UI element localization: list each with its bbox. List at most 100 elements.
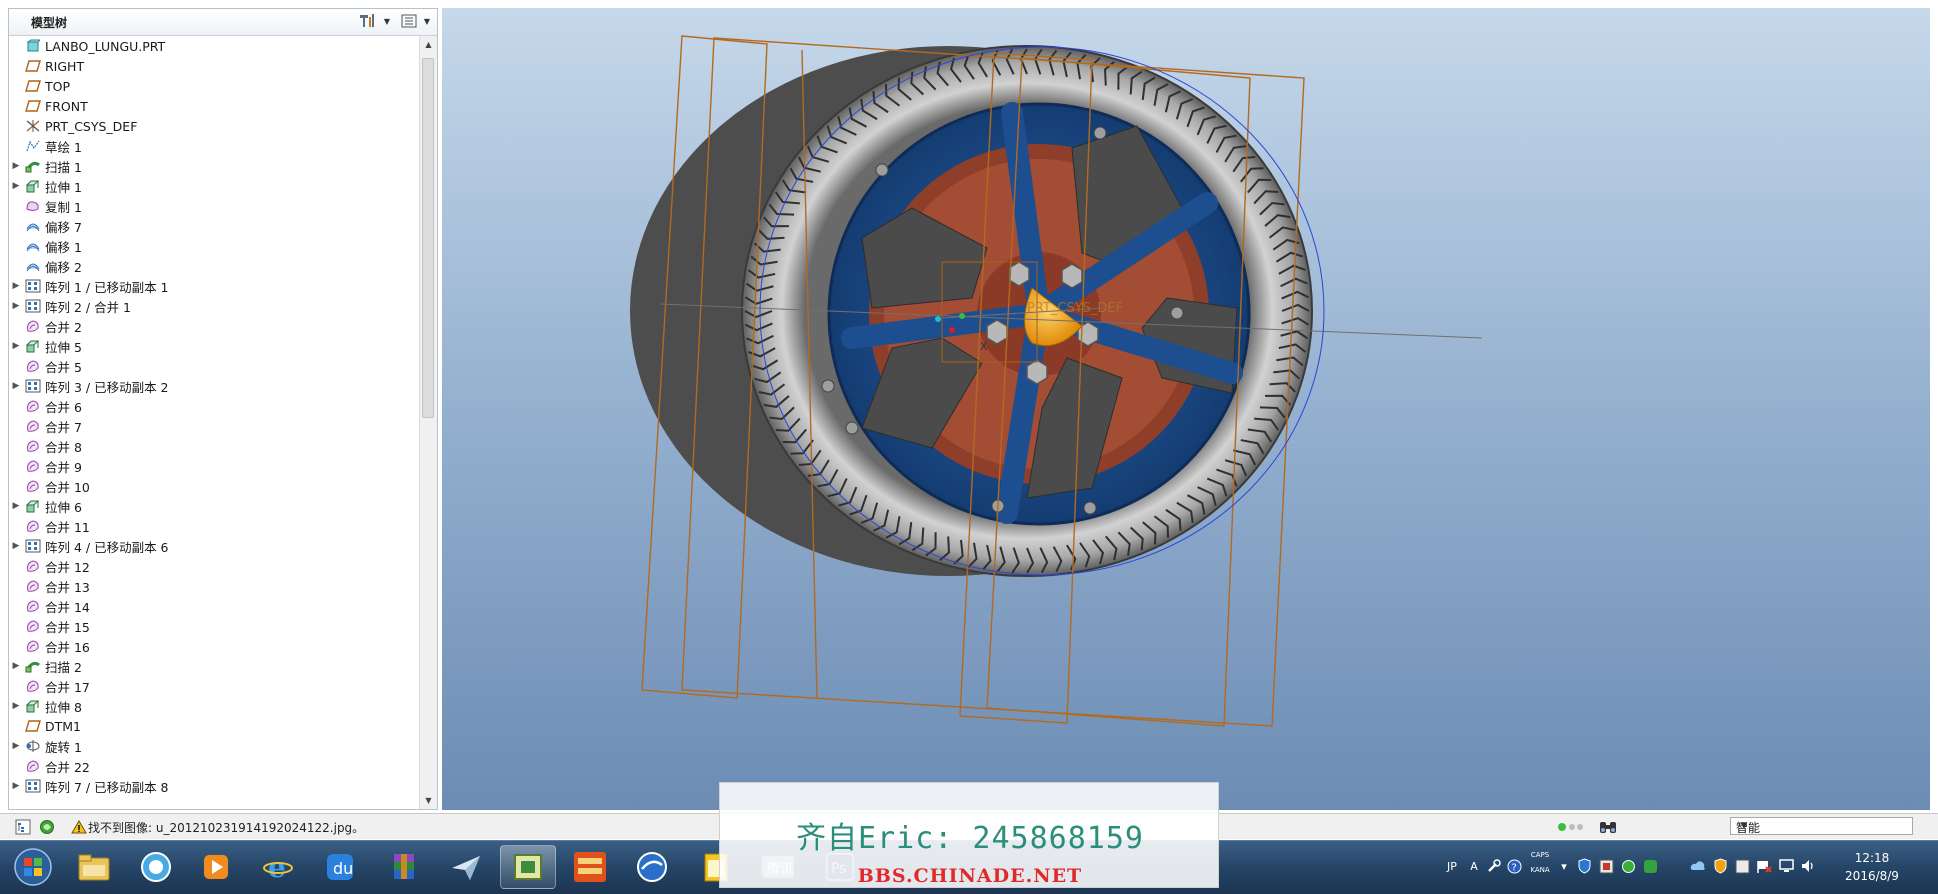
tree-item[interactable]: 合并 8 xyxy=(9,436,419,456)
tree-item[interactable]: ▶ 旋转 1 xyxy=(9,736,419,756)
tree-item[interactable]: 偏移 7 xyxy=(9,216,419,236)
expand-arrow-icon[interactable]: ▶ xyxy=(9,341,23,351)
tree-scrollbar[interactable]: ▲ ▼ xyxy=(419,36,437,809)
antivirus-icon[interactable] xyxy=(1712,858,1728,874)
datum-plane-icon xyxy=(25,79,41,93)
tree-item[interactable]: ▶ 拉伸 6 xyxy=(9,496,419,516)
model-tree-header: 模型树 ▼ ▼ xyxy=(9,9,437,36)
tree-item[interactable]: ▶ 阵列 7 / 已移动副本 8 xyxy=(9,776,419,796)
flag-action-center-icon[interactable] xyxy=(1756,858,1772,874)
tree-item-label: 合并 11 xyxy=(45,519,90,535)
tree-item[interactable]: 合并 11 xyxy=(9,516,419,536)
tree-item[interactable]: TOP xyxy=(9,76,419,96)
volume-icon[interactable] xyxy=(1800,858,1816,874)
network-status-icon[interactable] xyxy=(1620,858,1636,874)
tree-item-label: 合并 7 xyxy=(45,419,82,435)
creo-taskbar-icon[interactable] xyxy=(500,845,556,889)
expand-arrow-icon[interactable]: ▶ xyxy=(9,181,23,191)
tree-item[interactable]: FRONT xyxy=(9,96,419,116)
expand-arrow-icon[interactable]: ▶ xyxy=(9,381,23,391)
expand-arrow-icon[interactable]: ▶ xyxy=(9,661,23,671)
tree-item[interactable]: ▶ 阵列 3 / 已移动副本 2 xyxy=(9,376,419,396)
tree-item[interactable]: 草绘 1 xyxy=(9,136,419,156)
tree-item[interactable]: LANBO_LUNGU.PRT xyxy=(9,36,419,56)
cloud-sync-icon[interactable] xyxy=(1690,858,1706,874)
tree-item[interactable]: 合并 13 xyxy=(9,576,419,596)
ime-mode-icon[interactable]: A xyxy=(1466,858,1482,874)
tree-toggle-icon[interactable] xyxy=(14,818,31,835)
show-menu-icon[interactable] xyxy=(399,12,419,30)
ime-language-label[interactable]: JP xyxy=(1443,858,1461,874)
chevron-down-icon[interactable]: ▼ xyxy=(1736,819,1752,833)
ie-taskbar-icon[interactable]: e xyxy=(250,845,306,889)
creo-window: 模型树 ▼ ▼ LANBO_LUNGU.PRT RIGHT TOP FRONT PRT_… xyxy=(0,0,1938,894)
start-button[interactable] xyxy=(4,845,62,889)
expand-arrow-icon[interactable]: ▶ xyxy=(9,741,23,751)
display-icon[interactable] xyxy=(1778,858,1794,874)
app-tray-icon[interactable] xyxy=(1598,858,1614,874)
tree-item[interactable]: 合并 5 xyxy=(9,356,419,376)
tree-item[interactable]: PRT_CSYS_DEF xyxy=(9,116,419,136)
tree-settings-icon[interactable] xyxy=(357,12,379,30)
tree-item[interactable]: 合并 16 xyxy=(9,636,419,656)
tree-item[interactable]: ▶ 扫描 1 xyxy=(9,156,419,176)
gamebox-taskbar-icon[interactable] xyxy=(562,845,618,889)
winrar-taskbar-icon[interactable] xyxy=(376,845,432,889)
scroll-thumb[interactable] xyxy=(422,58,434,418)
graphics-viewport[interactable]: PRT_CSYS_DEF X xyxy=(442,8,1930,810)
green-app-icon[interactable] xyxy=(1642,858,1658,874)
tree-item[interactable]: 合并 14 xyxy=(9,596,419,616)
help-icon[interactable]: ? xyxy=(1506,858,1522,874)
tree-item[interactable]: DTM1 xyxy=(9,716,419,736)
tree-item[interactable]: ▶ 阵列 4 / 已移动副本 6 xyxy=(9,536,419,556)
show-dropdown-icon[interactable]: ▼ xyxy=(421,12,433,30)
tree-item[interactable]: 合并 10 xyxy=(9,476,419,496)
find-binoculars-icon[interactable] xyxy=(1596,818,1620,835)
tree-item[interactable]: 合并 2 xyxy=(9,316,419,336)
system-app-icon[interactable] xyxy=(1734,858,1750,874)
taskbar-clock[interactable]: 12:18 2016/8/9 xyxy=(1838,849,1906,885)
tools-icon[interactable] xyxy=(1486,858,1502,874)
expand-arrow-icon[interactable]: ▶ xyxy=(9,701,23,711)
media-player-taskbar-icon[interactable] xyxy=(188,845,244,889)
tree-item-label: 偏移 2 xyxy=(45,259,82,275)
tree-item[interactable]: 合并 22 xyxy=(9,756,419,776)
tree-item-label: TOP xyxy=(45,78,71,94)
tree-item-label: 合并 5 xyxy=(45,359,82,375)
tree-item-label: 拉伸 8 xyxy=(45,699,82,715)
tree-item[interactable]: ▶ 拉伸 1 xyxy=(9,176,419,196)
tree-item[interactable]: ▶ 阵列 2 / 合并 1 xyxy=(9,296,419,316)
tree-item[interactable]: 复制 1 xyxy=(9,196,419,216)
tree-item[interactable]: ▶ 拉伸 5 xyxy=(9,336,419,356)
security-shield-icon[interactable] xyxy=(1576,858,1592,874)
browser-toggle-icon[interactable] xyxy=(38,818,55,835)
tree-settings-dropdown-icon[interactable]: ▼ xyxy=(381,12,393,30)
expand-arrow-icon[interactable]: ▶ xyxy=(9,281,23,291)
globe-app-taskbar-icon[interactable] xyxy=(624,845,680,889)
tree-item[interactable]: 合并 15 xyxy=(9,616,419,636)
tree-item[interactable]: 合并 12 xyxy=(9,556,419,576)
expand-arrow-icon[interactable]: ▶ xyxy=(9,501,23,511)
expand-arrow-icon[interactable]: ▶ xyxy=(9,781,23,791)
baidu-taskbar-icon[interactable]: du xyxy=(312,845,368,889)
tree-item[interactable]: 合并 6 xyxy=(9,396,419,416)
expand-arrow-icon[interactable]: ▶ xyxy=(9,161,23,171)
tree-item[interactable]: 合并 9 xyxy=(9,456,419,476)
tree-item[interactable]: 合并 17 xyxy=(9,676,419,696)
tree-item[interactable]: ▶ 阵列 1 / 已移动副本 1 xyxy=(9,276,419,296)
tree-item[interactable]: 偏移 2 xyxy=(9,256,419,276)
tree-item[interactable]: 偏移 1 xyxy=(9,236,419,256)
explorer-taskbar-icon[interactable] xyxy=(66,845,122,889)
tree-item[interactable]: 合并 7 xyxy=(9,416,419,436)
tree-item[interactable]: ▶ 扫描 2 xyxy=(9,656,419,676)
scroll-up-icon[interactable]: ▲ xyxy=(420,36,437,53)
expand-arrow-icon[interactable]: ▶ xyxy=(9,541,23,551)
feishu-taskbar-icon[interactable] xyxy=(438,845,494,889)
expand-ime-icon[interactable]: ▾ xyxy=(1556,858,1572,874)
tree-item[interactable]: ▶ 拉伸 8 xyxy=(9,696,419,716)
scroll-down-icon[interactable]: ▼ xyxy=(420,792,437,809)
expand-arrow-icon[interactable]: ▶ xyxy=(9,301,23,311)
browser360-taskbar-icon[interactable] xyxy=(128,845,184,889)
selection-filter-select[interactable]: 智能 ▼ xyxy=(1730,817,1913,835)
tree-item[interactable]: RIGHT xyxy=(9,56,419,76)
